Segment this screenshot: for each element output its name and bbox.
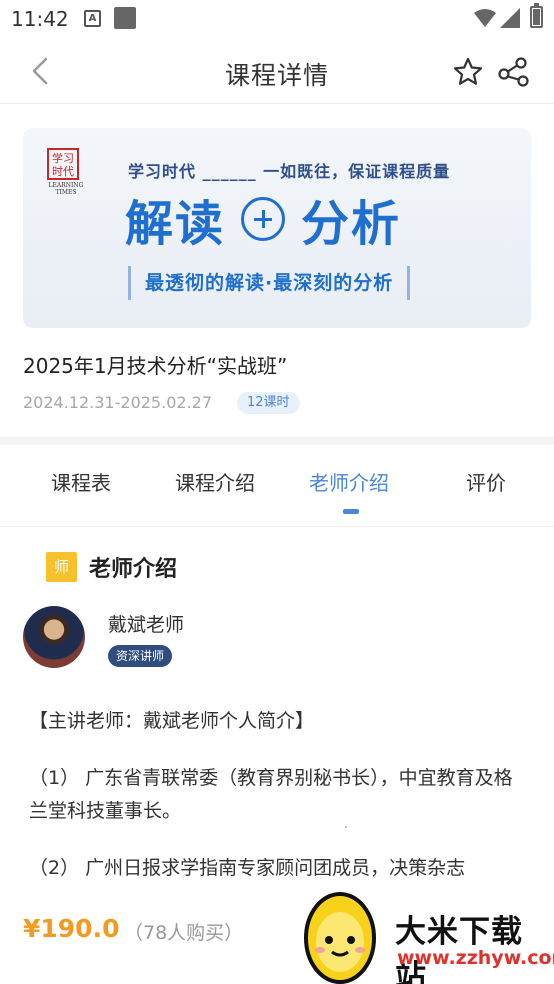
course-title: 2025年1月技术分析“实战班” [23, 354, 288, 378]
teacher-intro-item: （1） 广东省青联常委（教育界别秘书长），中宜教育及格兰堂科技董事长。 [29, 767, 513, 822]
tab-course-intro[interactable]: 课程介绍 [175, 467, 255, 496]
teacher-title-tag: 资深讲师 [108, 645, 173, 667]
tab-bar: 课程表 课程介绍 老师介绍 评价 [0, 445, 554, 527]
banner-headline-left: 解读 [125, 196, 226, 252]
favorite-star-icon[interactable] [452, 56, 484, 88]
teacher-avatar [23, 606, 85, 668]
section-divider [0, 437, 554, 445]
tab-reviews[interactable]: 评价 [466, 467, 506, 496]
status-time: 11:42 [11, 7, 69, 31]
course-banner: 学习时代 LEARNING TIMES 学习时代 ______ 一如既往，保证课… [23, 128, 531, 328]
nav-bar: 课程详情 [0, 40, 554, 104]
notification-square-icon [114, 7, 136, 29]
banner-logo-sub: LEARNING TIMES [48, 182, 84, 196]
decorative-dot [345, 826, 347, 828]
banner-headline: 解读 分析 [125, 184, 401, 254]
share-icon[interactable] [497, 56, 531, 88]
tab-schedule[interactable]: 课程表 [51, 467, 111, 496]
teacher-intro-item: （2） 广州日报求学指南专家顾问团成员，决策杂志 [29, 857, 466, 879]
status-bar: 11:42 A [0, 0, 554, 40]
battery-icon [530, 3, 543, 28]
watermark-title: 大米下载站 [395, 914, 523, 984]
signal-icon [500, 8, 520, 28]
wifi-icon [474, 9, 496, 27]
notification-a-icon: A [84, 10, 101, 27]
banner-subline: 最透彻的解读·最深刻的分析 [128, 266, 411, 300]
banner-headline-right: 分析 [301, 196, 402, 252]
buyer-count: （78人购买） [124, 922, 244, 944]
teacher-name: 戴斌老师 [108, 614, 185, 636]
watermark-url: www.zzhyw.com [397, 947, 554, 969]
course-date-range: 2024.12.31-2025.02.27 [23, 393, 212, 412]
course-hours-badge: 12课时 [237, 392, 300, 414]
banner-logo-mark: 学习时代 [47, 148, 79, 180]
plus-circle-icon [241, 197, 286, 241]
course-price: ¥190.0 [23, 914, 120, 943]
teacher-intro-title: 【主讲老师：戴斌老师个人简介】 [29, 710, 315, 732]
watermark-mascot-icon [304, 892, 376, 984]
banner-logo: 学习时代 LEARNING TIMES [47, 148, 85, 196]
tab-teacher-intro[interactable]: 老师介绍 [309, 467, 389, 496]
banner-tagline: 学习时代 ______ 一如既往，保证课程质量 [128, 162, 451, 181]
active-tab-indicator [343, 509, 359, 514]
teacher-section-badge: 师 [46, 552, 77, 582]
teacher-section-heading: 老师介绍 [89, 557, 178, 582]
